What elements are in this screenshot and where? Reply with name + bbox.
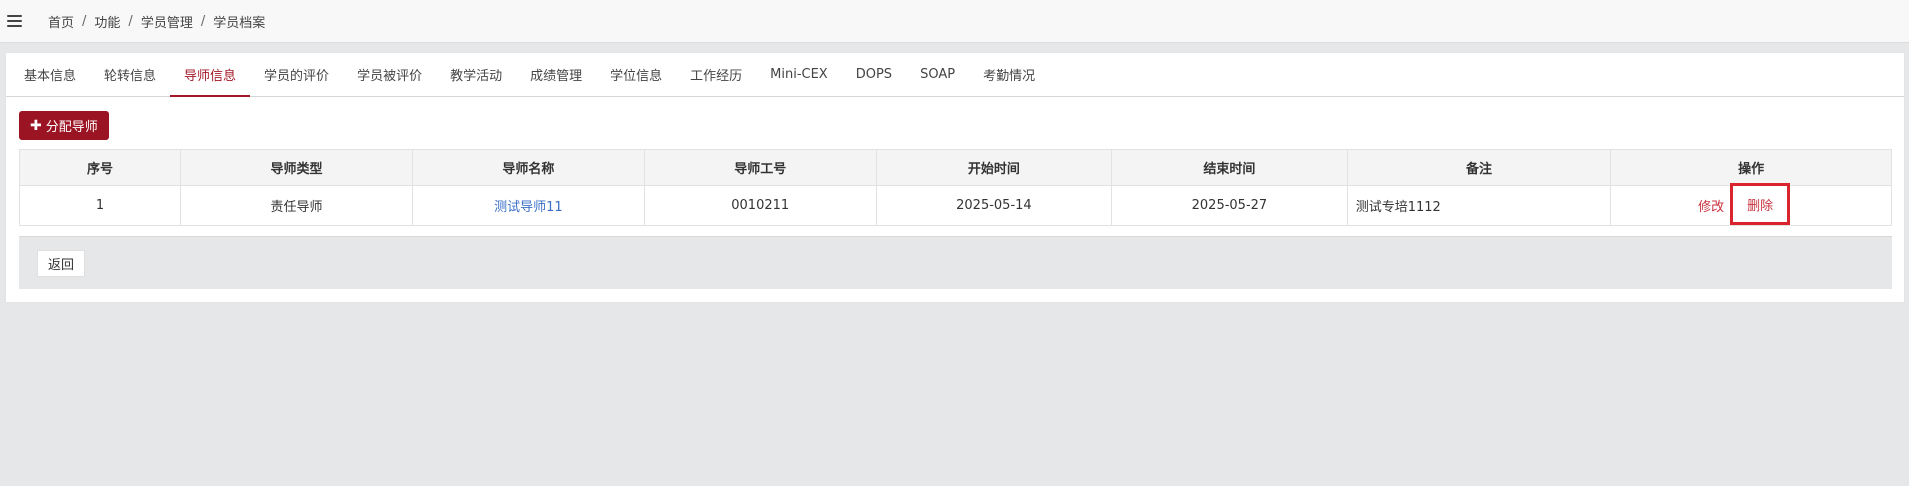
tab-basic-info[interactable]: 基本信息 xyxy=(10,53,90,96)
header-end-time: 结束时间 xyxy=(1111,149,1348,186)
tab-mini-cex[interactable]: Mini-CEX xyxy=(756,53,842,96)
delete-link[interactable]: 删除 xyxy=(1747,195,1773,214)
header-start-time: 开始时间 xyxy=(875,149,1113,186)
breadcrumb-separator: / xyxy=(128,13,133,29)
plus-icon: ✚ xyxy=(30,117,42,134)
table-row: 1 责任导师 测试导师11 0010211 2025-05-14 2025-05… xyxy=(18,183,1892,226)
tab-dops[interactable]: DOPS xyxy=(842,53,906,96)
table-header-row: 序号 导师类型 导师名称 导师工号 开始时间 结束时间 备注 操作 xyxy=(18,149,1892,186)
mentor-table: 序号 导师类型 导师名称 导师工号 开始时间 结束时间 备注 操作 1 责任导师… xyxy=(18,149,1892,226)
back-button[interactable]: 返回 xyxy=(37,250,86,277)
tab-soap[interactable]: SOAP xyxy=(906,53,969,96)
breadcrumb-separator: / xyxy=(82,13,87,29)
cell-mentor-code: 0010211 xyxy=(643,185,877,226)
tab-attendance[interactable]: 考勤情况 xyxy=(969,53,1049,96)
breadcrumb-student-management[interactable]: 学员管理 xyxy=(141,12,193,31)
tab-rotation-info[interactable]: 轮转信息 xyxy=(90,53,170,96)
cell-index: 1 xyxy=(18,185,182,226)
assign-mentor-label: 分配导师 xyxy=(45,120,98,135)
tab-work-experience[interactable]: 工作经历 xyxy=(676,53,756,96)
header-actions: 操作 xyxy=(1610,149,1892,186)
header-index: 序号 xyxy=(18,149,182,186)
tab-grade-management[interactable]: 成绩管理 xyxy=(516,53,596,96)
tab-bar: 基本信息 轮转信息 导师信息 学员的评价 学员被评价 教学活动 成绩管理 学位信… xyxy=(6,53,1904,97)
cell-note: 测试专培1112 xyxy=(1346,185,1612,226)
breadcrumb-student-archive: 学员档案 xyxy=(213,15,266,31)
content-card: 基本信息 轮转信息 导师信息 学员的评价 学员被评价 教学活动 成绩管理 学位信… xyxy=(5,52,1905,303)
header-mentor-type: 导师类型 xyxy=(180,149,413,186)
breadcrumb: 首页 / 功能 / 学员管理 / 学员档案 xyxy=(48,12,265,31)
assign-mentor-button[interactable]: ✚ 分配导师 xyxy=(19,111,109,140)
tab-student-evaluations[interactable]: 学员的评价 xyxy=(250,53,343,96)
header-mentor-name: 导师名称 xyxy=(411,149,645,186)
cell-start-time: 2025-05-14 xyxy=(875,185,1113,226)
tab-student-evaluated[interactable]: 学员被评价 xyxy=(343,53,436,96)
breadcrumb-function[interactable]: 功能 xyxy=(94,12,120,31)
breadcrumb-home[interactable]: 首页 xyxy=(48,12,74,31)
tab-teaching-activities[interactable]: 教学活动 xyxy=(436,53,516,96)
header-mentor-code: 导师工号 xyxy=(643,149,877,186)
delete-highlight-box: 删除 xyxy=(1730,183,1791,225)
mentor-name-link[interactable]: 测试导师11 xyxy=(494,200,563,215)
breadcrumb-separator: / xyxy=(200,13,206,29)
top-bar: 首页 / 功能 / 学员管理 / 学员档案 xyxy=(0,0,1909,43)
cell-end-time: 2025-05-27 xyxy=(1111,185,1348,226)
cell-mentor-type: 责任导师 xyxy=(180,185,413,226)
cell-mentor-name: 测试导师11 xyxy=(411,185,645,226)
tab-mentor-info[interactable]: 导师信息 xyxy=(170,53,251,97)
header-note: 备注 xyxy=(1346,149,1612,186)
cell-actions: 修改 删除 xyxy=(1610,183,1892,226)
form-footer: 返回 xyxy=(19,236,1892,289)
edit-link[interactable]: 修改 xyxy=(1698,196,1724,215)
menu-icon[interactable] xyxy=(7,15,22,27)
tab-degree-info[interactable]: 学位信息 xyxy=(596,53,676,96)
